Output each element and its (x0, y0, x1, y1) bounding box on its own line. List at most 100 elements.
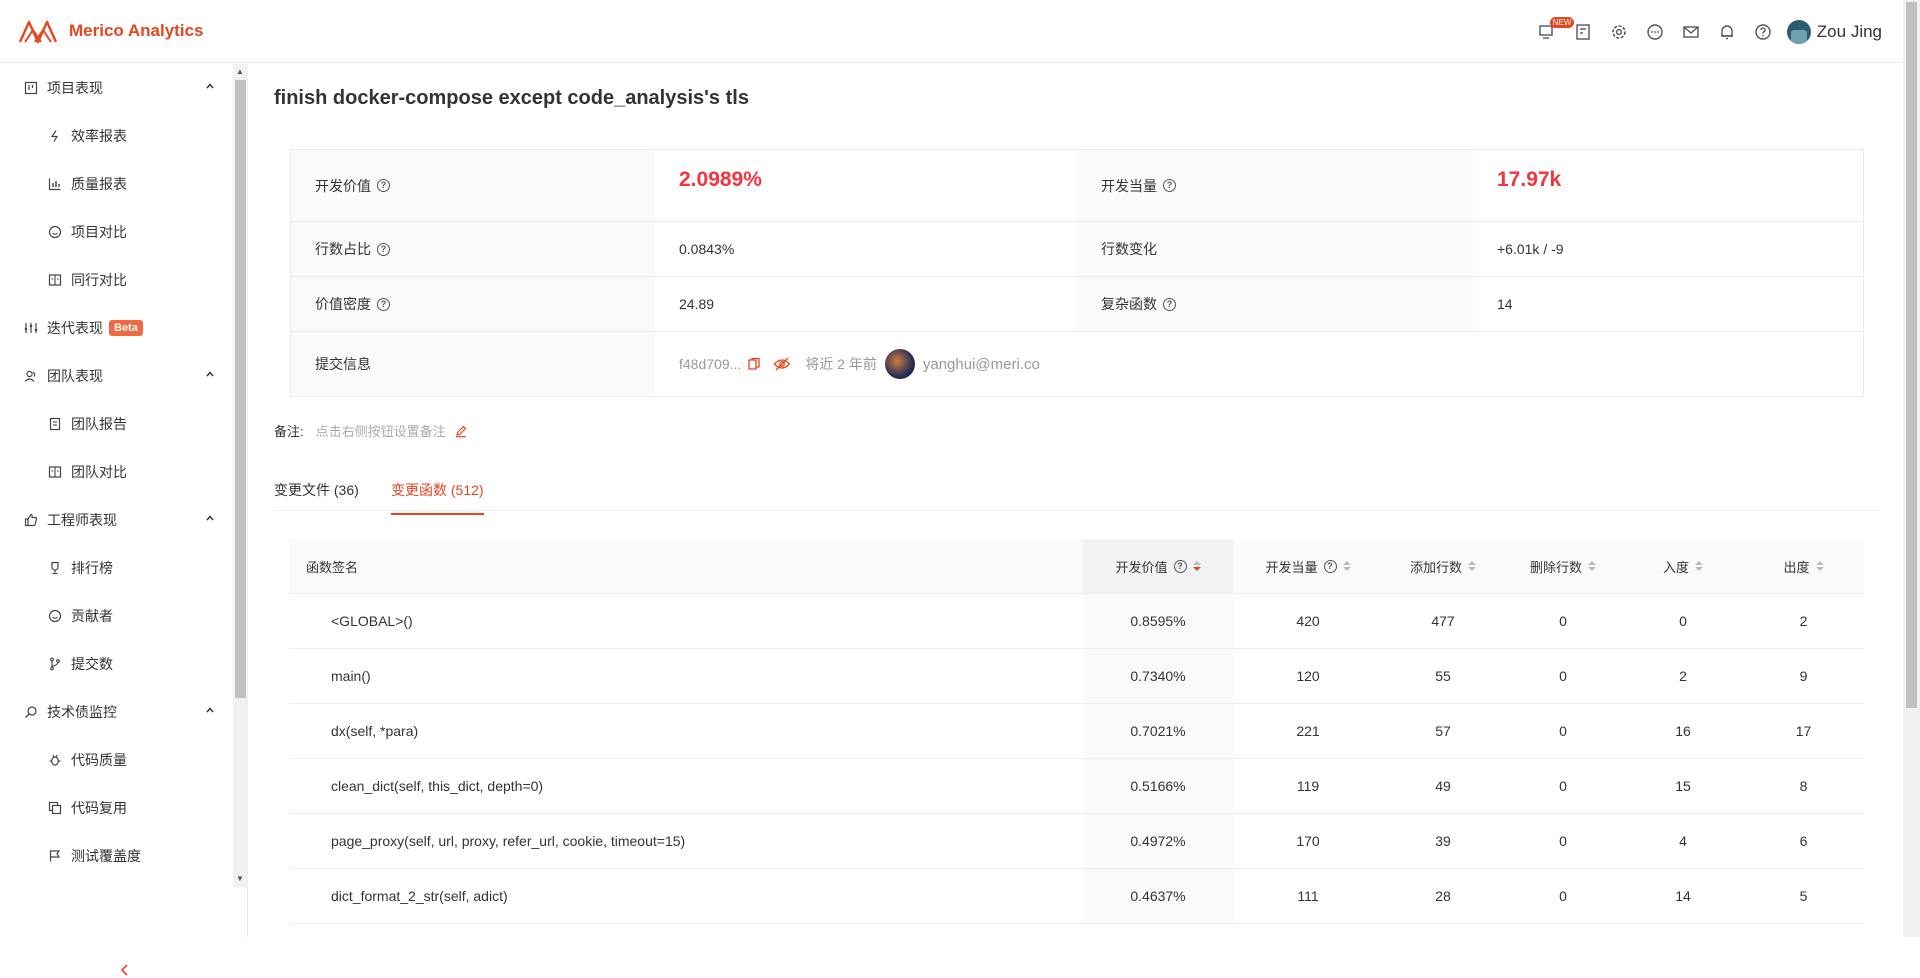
scroll-down-arrow[interactable]: ▼ (235, 874, 245, 884)
sidebar: ▲ ▼ 项目表现 效率报表 质量报表 项目对比 同行对比 迭代表现 Beta 团… (0, 64, 248, 976)
chat-icon[interactable] (1637, 14, 1673, 50)
sidebar-item-code-reuse[interactable]: 代码复用 (0, 788, 233, 828)
sidebar-item-team-report[interactable]: 团队报告 (0, 404, 233, 444)
sidebar-item-contributors[interactable]: 贡献者 (0, 596, 233, 636)
cell-dev-equiv: 170 (1296, 833, 1320, 849)
copy-icon[interactable] (747, 357, 761, 371)
commit-author[interactable]: yanghui@meri.co (923, 356, 1040, 373)
help-icon[interactable]: ? (1163, 179, 1176, 192)
sort-icon[interactable] (1342, 561, 1351, 571)
edit-icon[interactable] (454, 424, 468, 438)
sidebar-item-efficiency-report[interactable]: 效率报表 (0, 116, 233, 156)
sidebar-item-team-compare[interactable]: 团队对比 (0, 452, 233, 492)
sidebar-item-commits[interactable]: 提交数 (0, 644, 233, 684)
mail-icon[interactable] (1673, 14, 1709, 50)
help-icon[interactable]: ? (377, 297, 390, 311)
cell-deleted-lines: 0 (1559, 613, 1567, 629)
help-icon[interactable]: ? (1173, 559, 1187, 573)
sidebar-item-quality-report[interactable]: 质量报表 (0, 164, 233, 204)
sidebar-item-project-performance[interactable]: 项目表现 (0, 68, 233, 108)
help-icon[interactable]: ? (1323, 559, 1337, 573)
sidebar-item-code-quality[interactable]: 代码质量 (0, 740, 233, 780)
sidebar-item-peer-compare[interactable]: 同行对比 (0, 260, 233, 300)
dev-equivalent: 17.97k (1497, 168, 1562, 191)
commit-hash[interactable]: f48d709... (679, 356, 741, 372)
scroll-up-arrow[interactable]: ▲ (235, 67, 245, 77)
sidebar-item-label: 项目对比 (71, 224, 127, 240)
sidebar-item-team-performance[interactable]: 团队表现 (0, 356, 233, 396)
cell-dev-value: 0.4972% (1083, 814, 1233, 868)
cell-out-degree: 5 (1799, 888, 1808, 904)
bug-icon (48, 753, 62, 767)
column-header-in-degree[interactable]: 入度 (1623, 539, 1743, 593)
sort-icon[interactable] (1192, 561, 1201, 571)
sort-icon[interactable] (1468, 561, 1476, 571)
screen-new-icon[interactable]: NEW (1529, 14, 1575, 50)
branch-icon (48, 657, 62, 671)
help-icon[interactable]: ? (377, 242, 390, 256)
dashboard-icon[interactable] (1565, 14, 1601, 50)
sidebar-item-label: 代码质量 (71, 752, 127, 768)
sidebar-item-label: 团队报告 (71, 416, 127, 432)
help-icon[interactable] (1745, 14, 1781, 50)
cell-added-lines: 477 (1431, 613, 1455, 629)
sidebar-item-label: 项目表现 (47, 80, 103, 96)
function-signature: clean_dict(self, this_dict, depth=0) (331, 778, 544, 794)
column-header-added-lines[interactable]: 添加行数 (1383, 539, 1503, 593)
sort-icon[interactable] (1815, 561, 1824, 571)
page-scrollbar[interactable] (1903, 0, 1920, 937)
sidebar-item-label: 效率报表 (71, 128, 127, 144)
sidebar-scrollbar[interactable] (233, 64, 248, 887)
table-row[interactable]: <GLOBAL>() 0.8595% 420 477 0 0 2 (289, 594, 1864, 649)
user-menu[interactable]: Zou Jing (1786, 19, 1882, 44)
table-row[interactable]: main() 0.7340% 120 55 0 2 9 (289, 649, 1864, 704)
column-header-dev-value[interactable]: 开发价值? (1083, 539, 1233, 593)
complex-functions: 14 (1497, 296, 1513, 312)
table-row[interactable]: clean_dict(self, this_dict, depth=0) 0.5… (289, 759, 1864, 814)
help-icon[interactable]: ? (377, 179, 390, 192)
column-header-deleted-lines[interactable]: 删除行数 (1503, 539, 1623, 593)
sidebar-item-iteration-performance[interactable]: 迭代表现 Beta (0, 308, 233, 348)
cell-added-lines: 57 (1435, 723, 1451, 739)
collapse-sidebar-icon[interactable] (117, 962, 133, 978)
column-header-dev-equiv[interactable]: 开发当量? (1233, 539, 1383, 593)
eye-off-icon[interactable] (773, 357, 791, 371)
function-signature: dx(self, *para) (331, 723, 419, 739)
app-logo[interactable]: Merico Analytics (19, 18, 203, 44)
sidebar-item-project-compare[interactable]: 项目对比 (0, 212, 233, 252)
beta-badge: Beta (109, 320, 143, 336)
page-title: finish docker-compose except code_analys… (274, 87, 749, 109)
thumb-up-icon (24, 513, 38, 527)
compare-icon (48, 465, 62, 479)
chevron-up-icon (206, 707, 214, 713)
help-icon[interactable]: ? (1163, 297, 1176, 311)
table-row[interactable]: dict_format_2_str(self, adict) 0.4637% 1… (289, 869, 1864, 924)
cell-deleted-lines: 0 (1559, 668, 1567, 684)
sort-icon[interactable] (1695, 561, 1703, 571)
cell-dev-equiv: 119 (1296, 778, 1320, 794)
cell-in-degree: 4 (1679, 833, 1687, 849)
gear-icon[interactable] (1601, 14, 1637, 50)
tab-changed-functions[interactable]: 变更函数 (512) (391, 480, 484, 515)
sidebar-item-engineer-performance[interactable]: 工程师表现 (0, 500, 233, 540)
column-header-out-degree[interactable]: 出度 (1743, 539, 1864, 593)
cell-dev-value: 0.8595% (1083, 594, 1233, 648)
table-row[interactable]: dx(self, *para) 0.7021% 221 57 0 16 17 (289, 704, 1864, 759)
bell-icon[interactable] (1709, 14, 1745, 50)
tab-changed-files[interactable]: 变更文件 (36) (274, 480, 359, 500)
sidebar-item-leaderboard[interactable]: 排行榜 (0, 548, 233, 588)
note-label: 备注: (274, 424, 304, 439)
sidebar-item-tech-debt[interactable]: 技术债监控 (0, 692, 233, 732)
value-density: 24.89 (679, 296, 715, 312)
merico-logo-icon (19, 20, 57, 44)
function-signature: <GLOBAL>() (331, 613, 413, 629)
table-row[interactable]: page_proxy(self, url, proxy, refer_url, … (289, 814, 1864, 869)
user-name: Zou Jing (1816, 21, 1882, 41)
sort-icon[interactable] (1588, 561, 1596, 571)
column-header: 函数签名 (306, 559, 359, 575)
copy-icon (48, 801, 62, 815)
smile-icon (48, 225, 62, 239)
sidebar-item-test-coverage[interactable]: 测试覆盖度 (0, 836, 233, 876)
commit-time: 将近 2 年前 (805, 356, 877, 372)
sidebar-item-label: 代码复用 (71, 800, 127, 816)
